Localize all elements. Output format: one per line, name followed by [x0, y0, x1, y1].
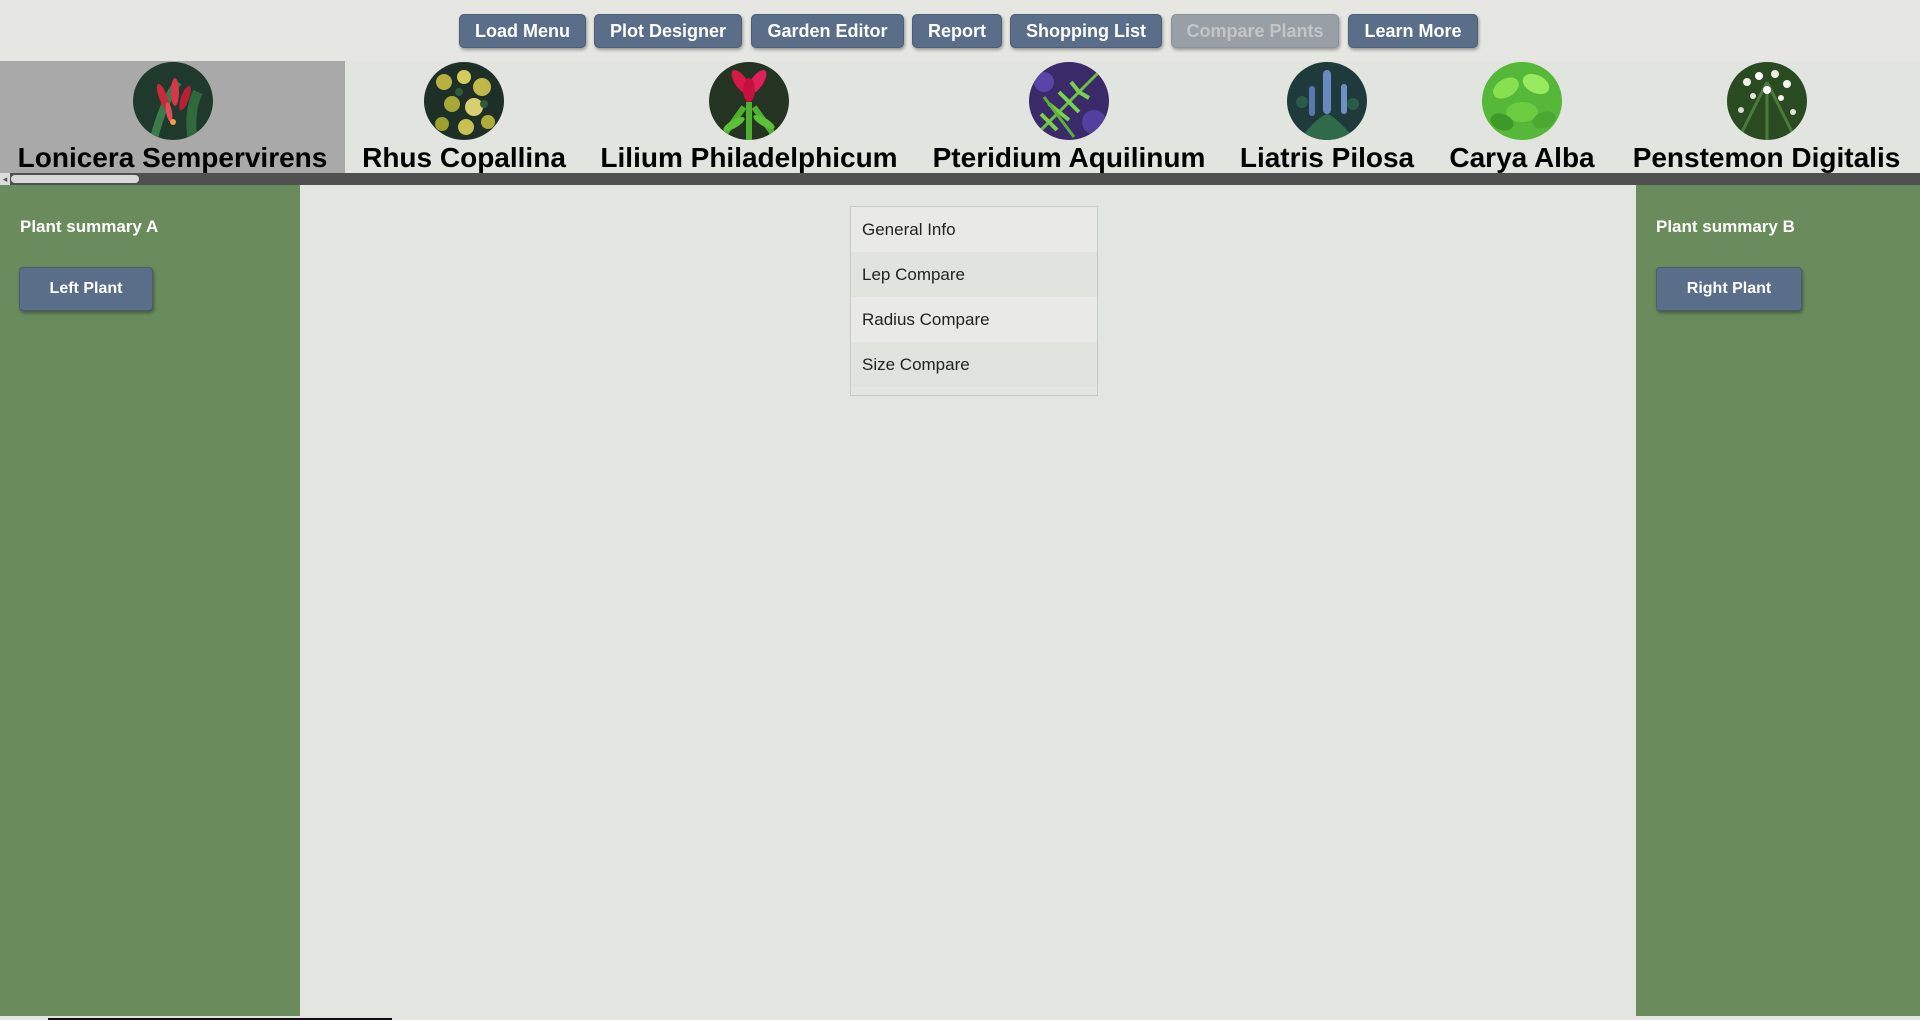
- garden-editor-button[interactable]: Garden Editor: [751, 14, 904, 48]
- plant-name: Pteridium Aquilinum: [932, 142, 1206, 173]
- learn-more-button[interactable]: Learn More: [1348, 14, 1478, 48]
- plant-card-pteridium[interactable]: Pteridium Aquilinum: [915, 61, 1223, 173]
- plant-thumbnail: [1726, 62, 1807, 140]
- plant-card-carya[interactable]: Carya Alba: [1431, 61, 1613, 173]
- plant-card-penstemon[interactable]: Penstemon Digitalis: [1613, 61, 1920, 173]
- carousel-scrollbar[interactable]: ◂: [0, 173, 1920, 185]
- bottom-edge: [0, 1016, 1920, 1020]
- plant-name: Lonicera Sempervirens: [17, 142, 328, 173]
- plant-card-lilium[interactable]: Lilium Philadelphicum: [583, 61, 915, 173]
- plot-designer-button[interactable]: Plot Designer: [594, 14, 742, 48]
- plant-card-rhus[interactable]: Rhus Copallina: [345, 61, 583, 173]
- shopping-list-button[interactable]: Shopping List: [1010, 14, 1162, 48]
- compare-menu: General Info Lep Compare Radius Compare …: [850, 206, 1098, 396]
- plant-name: Penstemon Digitalis: [1632, 142, 1901, 173]
- plant-card-lonicera[interactable]: Lonicera Sempervirens: [0, 61, 345, 173]
- plant-name: Lilium Philadelphicum: [600, 142, 898, 173]
- left-plant-button[interactable]: Left Plant: [19, 267, 153, 311]
- top-navigation: Load Menu Plot Designer Garden Editor Re…: [0, 0, 1920, 62]
- plant-thumbnail: [132, 62, 213, 140]
- report-button[interactable]: Report: [912, 14, 1002, 48]
- plant-thumbnail: [1287, 62, 1367, 140]
- menu-item-radius-compare[interactable]: Radius Compare: [851, 297, 1097, 342]
- plant-summary-a-title: Plant summary A: [20, 217, 159, 236]
- plant-card-liatris[interactable]: Liatris Pilosa: [1223, 61, 1431, 173]
- plant-thumbnail: [1029, 62, 1109, 140]
- left-plant-panel: Plant summary A Left Plant: [0, 185, 300, 1020]
- right-plant-panel: Plant summary B Right Plant: [1636, 185, 1920, 1020]
- menu-item-size-compare[interactable]: Size Compare: [851, 342, 1097, 387]
- plant-carousel: Lonicera Sempervirens Rhus Copallina Lil…: [0, 61, 1920, 173]
- plant-thumbnail: [424, 62, 504, 140]
- plant-name: Rhus Copallina: [362, 142, 566, 173]
- plant-name: Carya Alba: [1449, 142, 1595, 173]
- plant-thumbnail: [709, 62, 789, 140]
- menu-item-lep-compare[interactable]: Lep Compare: [851, 252, 1097, 297]
- scroll-left-arrow-icon[interactable]: ◂: [0, 173, 10, 185]
- menu-item-general-info[interactable]: General Info: [851, 207, 1097, 252]
- load-menu-button[interactable]: Load Menu: [459, 14, 586, 48]
- plant-name: Liatris Pilosa: [1239, 142, 1415, 173]
- right-plant-button[interactable]: Right Plant: [1656, 267, 1802, 311]
- plant-summary-b-title: Plant summary B: [1656, 217, 1795, 236]
- compare-plants-button[interactable]: Compare Plants: [1171, 14, 1339, 48]
- scroll-thumb[interactable]: [11, 175, 139, 183]
- plant-thumbnail: [1482, 62, 1562, 140]
